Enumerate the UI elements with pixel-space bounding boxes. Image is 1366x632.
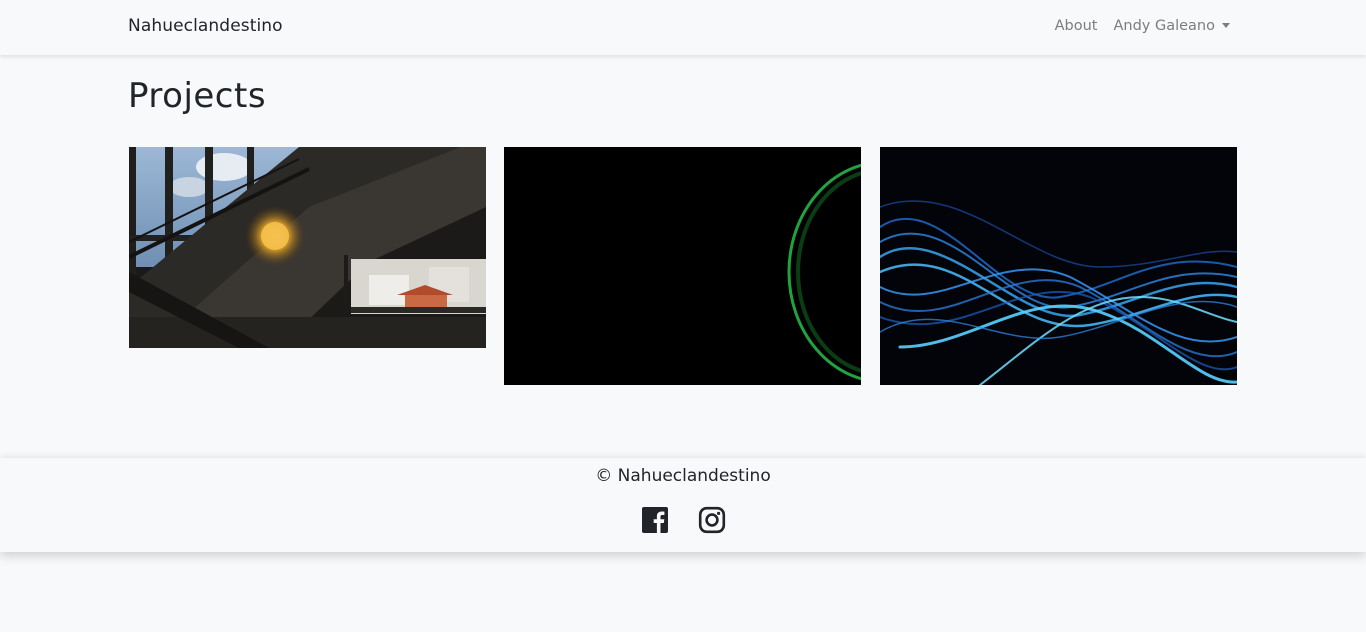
blue-light-waves-photo bbox=[880, 147, 1237, 385]
project-card-1[interactable] bbox=[129, 147, 486, 348]
nav-link-about[interactable]: About bbox=[1055, 18, 1098, 34]
facebook-icon bbox=[642, 507, 668, 533]
user-dropdown-label: Andy Galeano bbox=[1113, 18, 1215, 34]
instagram-icon bbox=[698, 506, 726, 534]
brand-link[interactable]: Nahueclandestino bbox=[128, 16, 283, 36]
user-dropdown-toggle[interactable]: Andy Galeano bbox=[1113, 18, 1230, 34]
staircase-lamp-photo bbox=[129, 147, 486, 348]
project-card-2[interactable] bbox=[504, 147, 861, 385]
page-title: Projects bbox=[128, 76, 267, 116]
caret-down-icon bbox=[1222, 23, 1230, 28]
project-card-3[interactable] bbox=[880, 147, 1237, 385]
nav-links: About Andy Galeano bbox=[1055, 18, 1230, 34]
green-blue-ring-photo bbox=[504, 147, 861, 385]
copyright-text: © Nahueclandestino bbox=[595, 466, 771, 486]
facebook-link[interactable] bbox=[641, 506, 669, 534]
navbar: Nahueclandestino About Andy Galeano bbox=[0, 0, 1366, 55]
footer: © Nahueclandestino bbox=[0, 458, 1366, 552]
instagram-link[interactable] bbox=[698, 506, 726, 534]
